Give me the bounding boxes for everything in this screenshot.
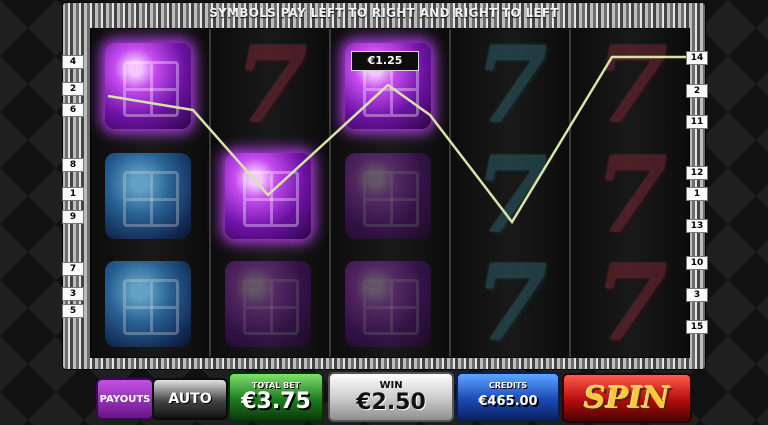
credits-panel: CREDITS €465.00	[456, 372, 560, 422]
line-number-right[interactable]: 3	[686, 288, 708, 302]
payline-14	[107, 55, 688, 225]
line-number-left[interactable]: 2	[62, 82, 84, 96]
line-number-left[interactable]: 3	[62, 287, 84, 301]
line-number-right[interactable]: 10	[686, 256, 708, 270]
line-number-left[interactable]: 7	[62, 262, 84, 276]
line-number-right[interactable]: 12	[686, 166, 708, 180]
spin-button[interactable]: SPIN	[562, 373, 692, 423]
line-number-right[interactable]: 14	[686, 51, 708, 65]
credits-value: €465.00	[478, 393, 538, 409]
line-win-amount: €1.25	[351, 51, 419, 71]
total-bet-value: €3.75	[241, 388, 311, 414]
payouts-button[interactable]: PAYOUTS	[96, 378, 154, 420]
line-number-right[interactable]: 15	[686, 320, 708, 334]
credits-label: CREDITS	[488, 380, 528, 390]
line-number-left[interactable]: 4	[62, 55, 84, 69]
line-number-left[interactable]: 8	[62, 158, 84, 172]
line-number-left[interactable]: 1	[62, 187, 84, 201]
line-number-left[interactable]: 9	[62, 210, 84, 224]
auto-button[interactable]: AUTO	[152, 378, 228, 420]
line-number-right[interactable]: 13	[686, 219, 708, 233]
total-bet-panel[interactable]: TOTAL BET €3.75	[228, 372, 324, 422]
win-value: €2.50	[356, 389, 426, 415]
line-number-left[interactable]: 6	[62, 103, 84, 117]
line-number-left[interactable]: 5	[62, 304, 84, 318]
line-number-right[interactable]: 2	[686, 84, 708, 98]
line-number-right[interactable]: 1	[686, 187, 708, 201]
win-panel: WIN €2.50	[328, 372, 454, 422]
line-number-right[interactable]: 11	[686, 115, 708, 129]
win-label: WIN	[379, 379, 403, 391]
